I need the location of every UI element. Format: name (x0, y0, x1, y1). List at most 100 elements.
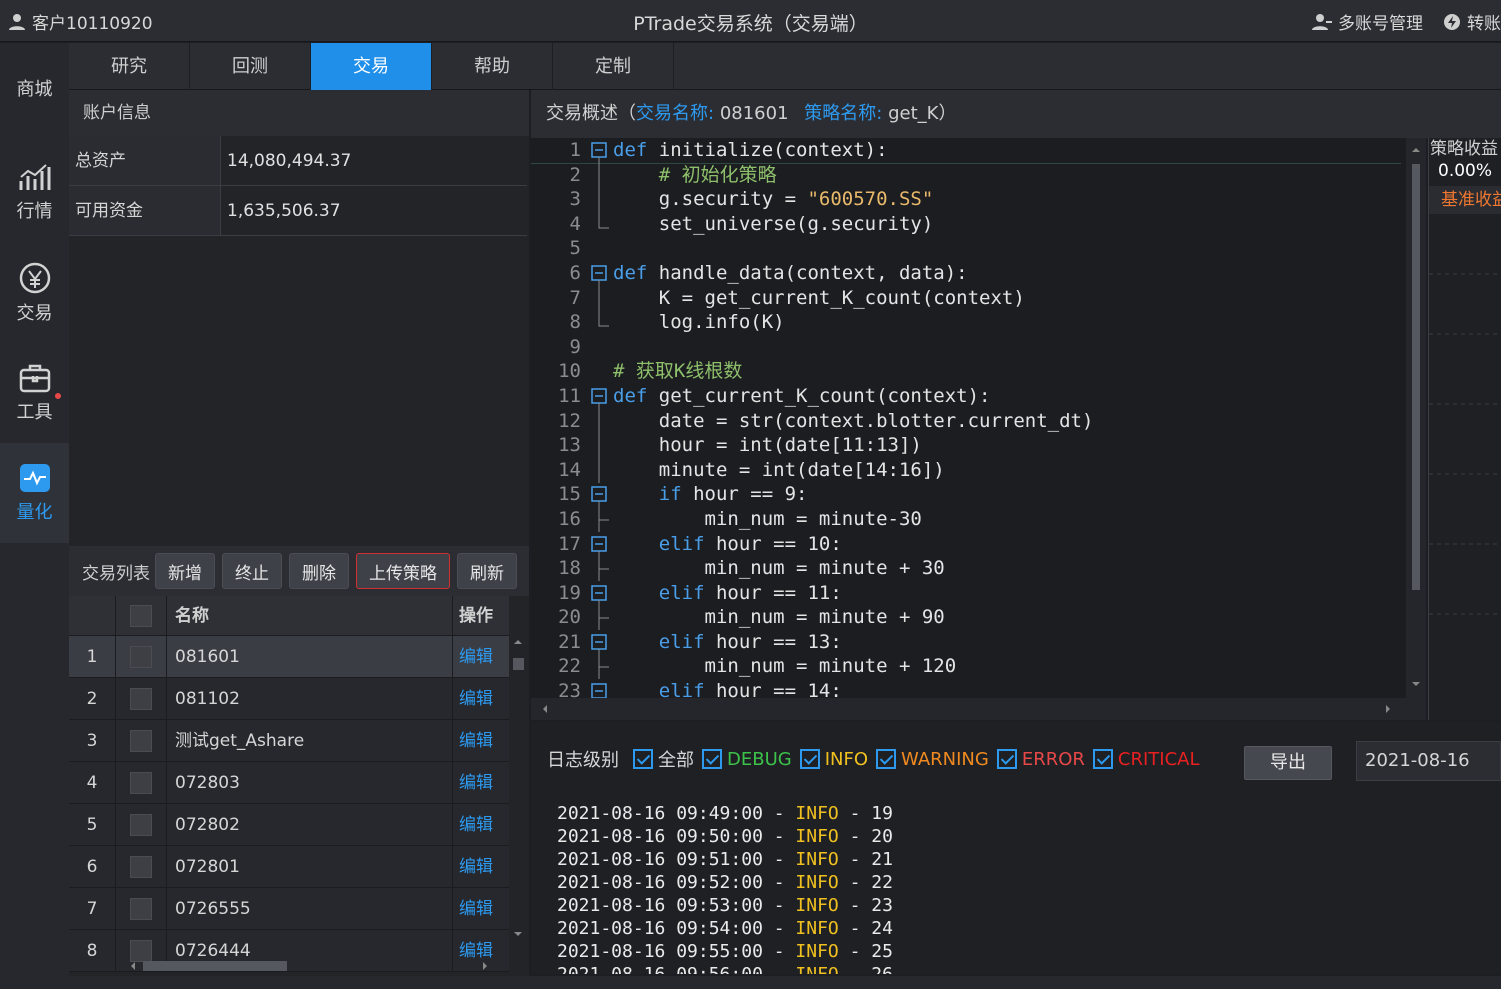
tab-research[interactable]: 研究 (69, 43, 190, 90)
editor-horizontal-scrollbar[interactable] (531, 698, 1426, 720)
edit-link[interactable]: 编辑 (453, 762, 509, 803)
table-row[interactable]: 1 081601 编辑 (69, 636, 509, 678)
line-number: 8 (569, 311, 581, 334)
code-token: "600570.SS" (807, 188, 934, 211)
delete-button[interactable]: 删除 (289, 553, 349, 589)
row-checkbox[interactable] (115, 720, 167, 761)
code-editor[interactable]: 1 def initialize(context): 2 # 初始化策略 3 g.se… (531, 138, 1426, 720)
refresh-button[interactable]: 刷新 (457, 553, 517, 589)
log-time: 2021-08-16 09:50:00 (557, 826, 763, 847)
table-row[interactable]: 5 072802 编辑 (69, 804, 509, 846)
fold-toggle-icon[interactable] (583, 384, 613, 409)
line-number: 2 (569, 163, 581, 186)
return-chart-grid (1429, 273, 1501, 615)
table-row[interactable]: 2 081102 编辑 (69, 678, 509, 720)
code-line[interactable]: 3 g.security = "600570.SS" (531, 187, 1401, 213)
trade-overview: 交易概述（交易名称: 081601 策略名称: get_K） (531, 90, 1501, 138)
code-line[interactable]: 21 elif hour == 13: (531, 630, 1401, 655)
code-content[interactable]: 1 def initialize(context): 2 # 初始化策略 3 g.se… (531, 138, 1401, 698)
log-message: 22 (871, 872, 893, 893)
code-line[interactable]: 8 log.info(K) (531, 310, 1401, 335)
code-line[interactable]: 6 def handle_data(context, data): (531, 261, 1401, 286)
code-line[interactable]: 14 minute = int(date[14:16]) (531, 457, 1401, 483)
log-message: 23 (871, 895, 893, 916)
code-line[interactable]: 23 elif hour == 14: (531, 679, 1401, 698)
select-all-checkbox[interactable] (115, 596, 167, 635)
level-error-checkbox[interactable]: ERROR (996, 749, 1085, 770)
log-message: 20 (871, 826, 893, 847)
sidebar-item-trade[interactable]: 交易 (0, 243, 69, 343)
code-line[interactable]: 18 min_num = minute + 30 (531, 556, 1401, 582)
column-name: 名称 (167, 596, 453, 635)
code-line[interactable]: 11 def get_current_K_count(context): (531, 384, 1401, 409)
row-checkbox[interactable] (115, 636, 167, 677)
multi-account-button[interactable]: 多账号管理 (1312, 9, 1423, 34)
table-row[interactable]: 7 0726555 编辑 (69, 888, 509, 930)
row-checkbox[interactable] (115, 678, 167, 719)
table-row[interactable]: 6 072801 编辑 (69, 846, 509, 888)
level-warning-checkbox[interactable]: WARNING (876, 749, 989, 770)
table-row[interactable]: 4 072803 编辑 (69, 762, 509, 804)
log-line: 2021-08-16 09:55:00 - INFO - 25 (557, 941, 893, 962)
tab-trade[interactable]: 交易 (311, 43, 432, 90)
row-checkbox[interactable] (115, 804, 167, 845)
transfer-button[interactable]: 转账 (1443, 9, 1501, 34)
export-button[interactable]: 导出 (1244, 746, 1332, 780)
row-checkbox[interactable] (115, 762, 167, 803)
tab-backtest[interactable]: 回测 (190, 43, 311, 90)
code-line[interactable]: 20 min_num = minute + 90 (531, 605, 1401, 631)
fold-guide (583, 433, 613, 459)
edit-link[interactable]: 编辑 (453, 720, 509, 761)
log-line: 2021-08-16 09:49:00 - INFO - 19 (557, 803, 893, 824)
code-line[interactable]: 15 if hour == 9: (531, 482, 1401, 508)
tab-help[interactable]: 帮助 (432, 43, 553, 90)
code-line[interactable]: 17 elif hour == 10: (531, 532, 1401, 557)
level-all-checkbox[interactable]: 全部 (633, 746, 694, 772)
fold-toggle-icon[interactable] (583, 532, 613, 557)
add-button[interactable]: 新增 (155, 553, 215, 589)
row-checkbox[interactable] (115, 846, 167, 887)
log-line: 2021-08-16 09:56:00 - INFO - 26 (557, 963, 1501, 974)
level-debug-checkbox[interactable]: DEBUG (702, 749, 792, 770)
edit-link[interactable]: 编辑 (453, 804, 509, 845)
code-line[interactable]: 5 (531, 236, 1401, 261)
sidebar-item-market[interactable]: 行情 (0, 143, 69, 243)
code-line[interactable]: 22 min_num = minute + 120 (531, 654, 1401, 680)
tab-custom[interactable]: 定制 (553, 43, 674, 90)
fold-toggle-icon[interactable] (583, 679, 613, 698)
code-line[interactable]: 9 (531, 335, 1401, 360)
stop-button[interactable]: 终止 (222, 553, 282, 589)
table-vertical-scrollbar[interactable] (509, 636, 527, 956)
fold-toggle-icon[interactable] (583, 581, 613, 606)
level-info-checkbox[interactable]: INFO (799, 749, 868, 770)
edit-link[interactable]: 编辑 (453, 846, 509, 887)
code-line[interactable]: 16 min_num = minute-30 (531, 506, 1401, 532)
table-horizontal-scrollbar[interactable] (129, 958, 489, 972)
log-line: 2021-08-16 09:54:00 - INFO - 24 (557, 918, 893, 939)
user-info: 客户10110920 (8, 9, 153, 34)
log-date-field[interactable]: 2021-08-16 (1356, 741, 1501, 781)
editor-vertical-scrollbar[interactable] (1406, 138, 1426, 698)
code-line[interactable]: 12 date = str(context.blotter.current_dt… (531, 408, 1401, 434)
edit-link[interactable]: 编辑 (453, 888, 509, 929)
chart-icon (19, 164, 50, 190)
sidebar-item-label: 行情 (16, 201, 53, 222)
table-row[interactable]: 3 测试get_Ashare 编辑 (69, 720, 509, 762)
edit-link[interactable]: 编辑 (453, 636, 509, 677)
fold-toggle-icon[interactable] (583, 261, 613, 286)
code-line[interactable]: 7 K = get_current_K_count(context) (531, 285, 1401, 311)
code-line[interactable]: 2 # 初始化策略 (531, 162, 1401, 188)
level-critical-checkbox[interactable]: CRITICAL (1092, 749, 1200, 770)
fold-toggle-icon[interactable] (583, 138, 613, 163)
fold-toggle-icon[interactable] (583, 482, 613, 508)
sidebar-item-quant[interactable]: 量化 (0, 443, 69, 543)
code-line[interactable]: 10 # 获取K线根数 (531, 359, 1401, 384)
upload-strategy-button[interactable]: 上传策略 (356, 553, 450, 589)
edit-link[interactable]: 编辑 (453, 678, 509, 719)
row-checkbox[interactable] (115, 888, 167, 929)
code-line[interactable]: 4 set_universe(g.security) (531, 211, 1401, 237)
code-line[interactable]: 19 elif hour == 11: (531, 581, 1401, 606)
fold-toggle-icon[interactable] (583, 630, 613, 655)
code-line[interactable]: 13 hour = int(date[11:13]) (531, 433, 1401, 459)
code-line[interactable]: 1 def initialize(context): (531, 138, 1401, 164)
